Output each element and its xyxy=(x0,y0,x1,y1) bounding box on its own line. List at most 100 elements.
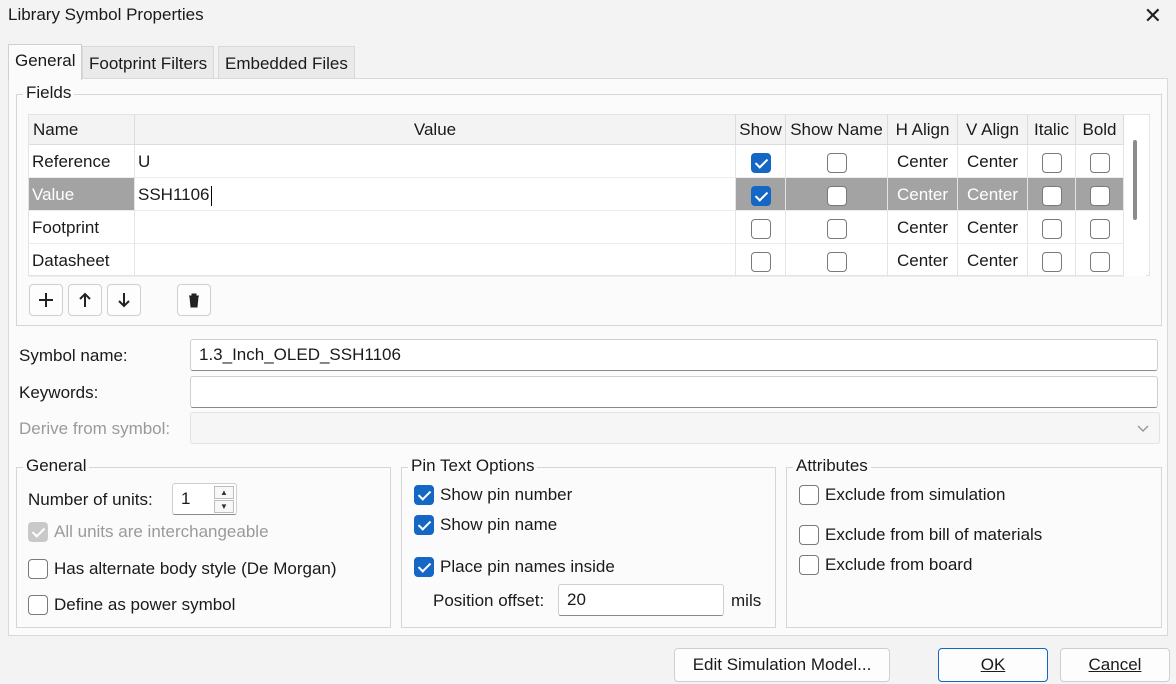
interchangeable-checkbox: All units are interchangeable xyxy=(28,522,269,542)
show-checkbox[interactable] xyxy=(750,251,771,272)
show-pin-number-checkbox[interactable]: Show pin number xyxy=(414,485,572,505)
bold-checkbox[interactable] xyxy=(1089,218,1110,239)
show-cell xyxy=(736,244,786,277)
fields-grid[interactable]: Name Value Show Show Name H Align V Alig… xyxy=(28,114,1150,277)
v-align-cell[interactable]: Center xyxy=(958,178,1028,211)
show-name-checkbox[interactable] xyxy=(826,152,847,173)
v-align-cell[interactable]: Center xyxy=(958,244,1028,277)
italic-checkbox[interactable] xyxy=(1041,185,1062,206)
h-align-cell[interactable]: Center xyxy=(888,145,958,178)
field-name[interactable]: Reference xyxy=(29,145,135,178)
v-align-cell[interactable]: Center xyxy=(958,145,1028,178)
add-icon xyxy=(39,293,53,307)
tab-embedded-files[interactable]: Embedded Files xyxy=(218,46,355,78)
cancel-button[interactable]: Cancel xyxy=(1060,648,1170,682)
show-name-cell xyxy=(786,145,888,178)
edit-simulation-model-button[interactable]: Edit Simulation Model... xyxy=(674,648,890,682)
attributes-group-title: Attributes xyxy=(793,456,871,476)
italic-checkbox[interactable] xyxy=(1041,152,1062,173)
units-label: Number of units: xyxy=(28,490,153,509)
field-name[interactable]: Datasheet xyxy=(29,244,135,277)
h-align-cell[interactable]: Center xyxy=(888,211,958,244)
spin-down-icon[interactable]: ▼ xyxy=(214,500,234,513)
show-cell xyxy=(736,211,786,244)
title-bar: Library Symbol Properties ✕ xyxy=(0,0,1176,34)
symbol-name-input[interactable]: 1.3_Inch_OLED_SSH1106 xyxy=(190,339,1158,371)
show-pin-name-checkbox[interactable]: Show pin name xyxy=(414,515,557,535)
pin-text-group-title: Pin Text Options xyxy=(408,456,538,476)
move-down-button[interactable] xyxy=(107,284,141,316)
show-name-checkbox[interactable] xyxy=(826,251,847,272)
h-align-cell[interactable]: Center xyxy=(888,178,958,211)
italic-cell xyxy=(1028,244,1076,277)
field-value[interactable]: U xyxy=(135,145,736,178)
units-spinner[interactable]: 1 ▲ ▼ xyxy=(172,483,237,515)
power-symbol-checkbox[interactable]: Define as power symbol xyxy=(28,595,235,615)
exclude-simulation-box[interactable] xyxy=(799,485,819,505)
pin-names-inside-checkbox[interactable]: Place pin names inside xyxy=(414,557,615,577)
field-value[interactable] xyxy=(135,211,736,244)
keywords-label: Keywords: xyxy=(19,383,99,402)
close-icon[interactable]: ✕ xyxy=(1144,3,1162,29)
h-align-cell[interactable]: Center xyxy=(888,244,958,277)
show-checkbox[interactable] xyxy=(750,152,771,173)
power-symbol-box[interactable] xyxy=(28,595,48,615)
column-header-show[interactable]: Show xyxy=(736,115,786,145)
show-pin-number-box[interactable] xyxy=(414,485,434,505)
pin-names-inside-box[interactable] xyxy=(414,557,434,577)
exclude-bom-checkbox[interactable]: Exclude from bill of materials xyxy=(799,525,1042,545)
grid-scrollbar-thumb[interactable] xyxy=(1133,140,1137,220)
derive-label: Derive from symbol: xyxy=(19,419,171,438)
show-name-checkbox[interactable] xyxy=(826,218,847,239)
position-offset-input[interactable]: 20 xyxy=(558,584,724,616)
keywords-input[interactable] xyxy=(190,376,1158,408)
tab-general[interactable]: General xyxy=(8,44,83,80)
column-header-h-align[interactable]: H Align xyxy=(888,115,958,145)
move-down-icon xyxy=(118,293,130,308)
add-field-button[interactable] xyxy=(29,284,63,316)
exclude-simulation-label: Exclude from simulation xyxy=(825,485,1006,504)
bold-checkbox[interactable] xyxy=(1089,152,1110,173)
bold-checkbox[interactable] xyxy=(1089,251,1110,272)
column-header-value[interactable]: Value xyxy=(135,115,736,145)
alternate-body-box[interactable] xyxy=(28,559,48,579)
interchangeable-box xyxy=(28,522,48,542)
exclude-board-checkbox[interactable]: Exclude from board xyxy=(799,555,972,575)
bold-cell xyxy=(1076,244,1124,277)
move-up-button[interactable] xyxy=(68,284,102,316)
cancel-label: Cancel xyxy=(1088,655,1142,674)
column-header-name[interactable]: Name xyxy=(29,115,135,145)
show-pin-number-label: Show pin number xyxy=(440,485,573,504)
show-cell xyxy=(736,178,786,211)
show-name-checkbox[interactable] xyxy=(826,185,847,206)
show-checkbox[interactable] xyxy=(750,218,771,239)
ok-button[interactable]: OK xyxy=(938,648,1048,682)
field-value[interactable] xyxy=(135,244,736,277)
column-header-show-name[interactable]: Show Name xyxy=(786,115,888,145)
exclude-bom-box[interactable] xyxy=(799,525,819,545)
tab-footprint-filters[interactable]: Footprint Filters xyxy=(82,46,215,78)
italic-checkbox[interactable] xyxy=(1041,218,1062,239)
position-offset-unit: mils xyxy=(731,591,762,610)
italic-checkbox[interactable] xyxy=(1041,251,1062,272)
exclude-simulation-checkbox[interactable]: Exclude from simulation xyxy=(799,485,1005,505)
symbol-name-label: Symbol name: xyxy=(19,346,128,365)
exclude-board-box[interactable] xyxy=(799,555,819,575)
bold-checkbox[interactable] xyxy=(1089,185,1110,206)
spin-up-icon[interactable]: ▲ xyxy=(214,486,234,499)
show-checkbox[interactable] xyxy=(750,185,771,206)
column-header-italic[interactable]: Italic xyxy=(1028,115,1076,145)
field-name[interactable]: Value xyxy=(29,178,135,211)
field-value-editor[interactable]: SSH1106 xyxy=(135,178,736,211)
column-header-v-align[interactable]: V Align xyxy=(958,115,1028,145)
chevron-down-icon xyxy=(1137,425,1149,433)
v-align-cell[interactable]: Center xyxy=(958,211,1028,244)
trash-icon xyxy=(189,293,199,308)
field-name[interactable]: Footprint xyxy=(29,211,135,244)
alternate-body-checkbox[interactable]: Has alternate body style (De Morgan) xyxy=(28,559,337,579)
show-pin-name-box[interactable] xyxy=(414,515,434,535)
italic-cell xyxy=(1028,145,1076,178)
column-header-bold[interactable]: Bold xyxy=(1076,115,1124,145)
show-name-cell xyxy=(786,211,888,244)
delete-field-button[interactable] xyxy=(177,284,211,316)
